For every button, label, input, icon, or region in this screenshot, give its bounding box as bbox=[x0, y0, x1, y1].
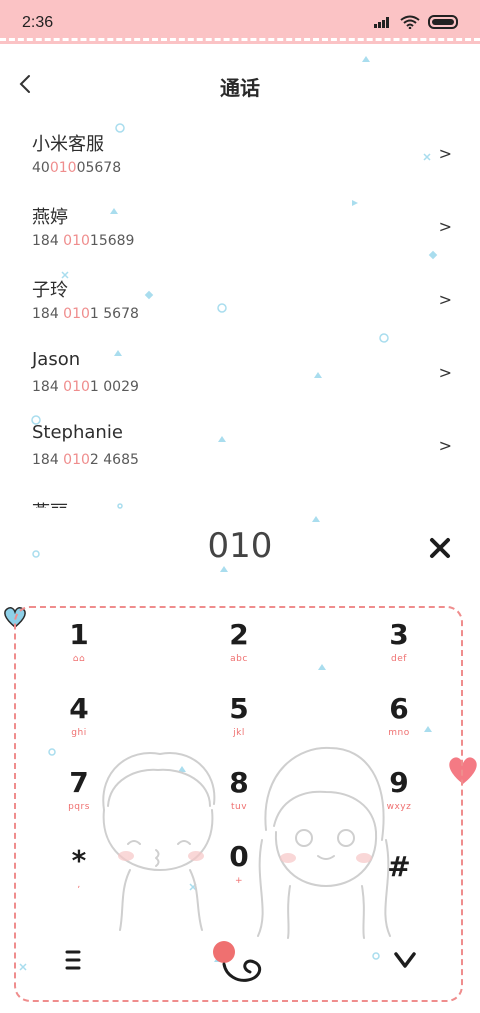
wifi-icon bbox=[400, 15, 420, 29]
key-star[interactable]: * , bbox=[44, 844, 114, 908]
key-2[interactable]: 2 abc bbox=[204, 618, 274, 682]
voicemail-icon: ⌂⌂ bbox=[72, 654, 86, 664]
key-9[interactable]: 9 wxyz bbox=[364, 766, 434, 830]
key-3[interactable]: 3 def bbox=[364, 618, 434, 682]
status-bar: 2:36 bbox=[0, 0, 480, 44]
key-5[interactable]: 5 jkl bbox=[204, 692, 274, 756]
status-time: 2:36 bbox=[22, 14, 54, 31]
key-4[interactable]: 4 ghi bbox=[44, 692, 114, 756]
call-button[interactable] bbox=[208, 936, 270, 986]
menu-icon[interactable] bbox=[64, 948, 84, 972]
signal-icon bbox=[374, 17, 389, 28]
battery-icon bbox=[428, 15, 458, 29]
key-0[interactable]: 0 + bbox=[204, 840, 274, 904]
key-1[interactable]: 1 ⌂⌂ bbox=[44, 618, 114, 682]
key-7[interactable]: 7 pqrs bbox=[44, 766, 114, 830]
key-8[interactable]: 8 tuv bbox=[204, 766, 274, 830]
chevron-down-icon[interactable] bbox=[392, 948, 418, 972]
key-6[interactable]: 6 mno bbox=[364, 692, 434, 756]
status-icons bbox=[374, 15, 460, 29]
key-hash[interactable]: # bbox=[364, 850, 434, 914]
